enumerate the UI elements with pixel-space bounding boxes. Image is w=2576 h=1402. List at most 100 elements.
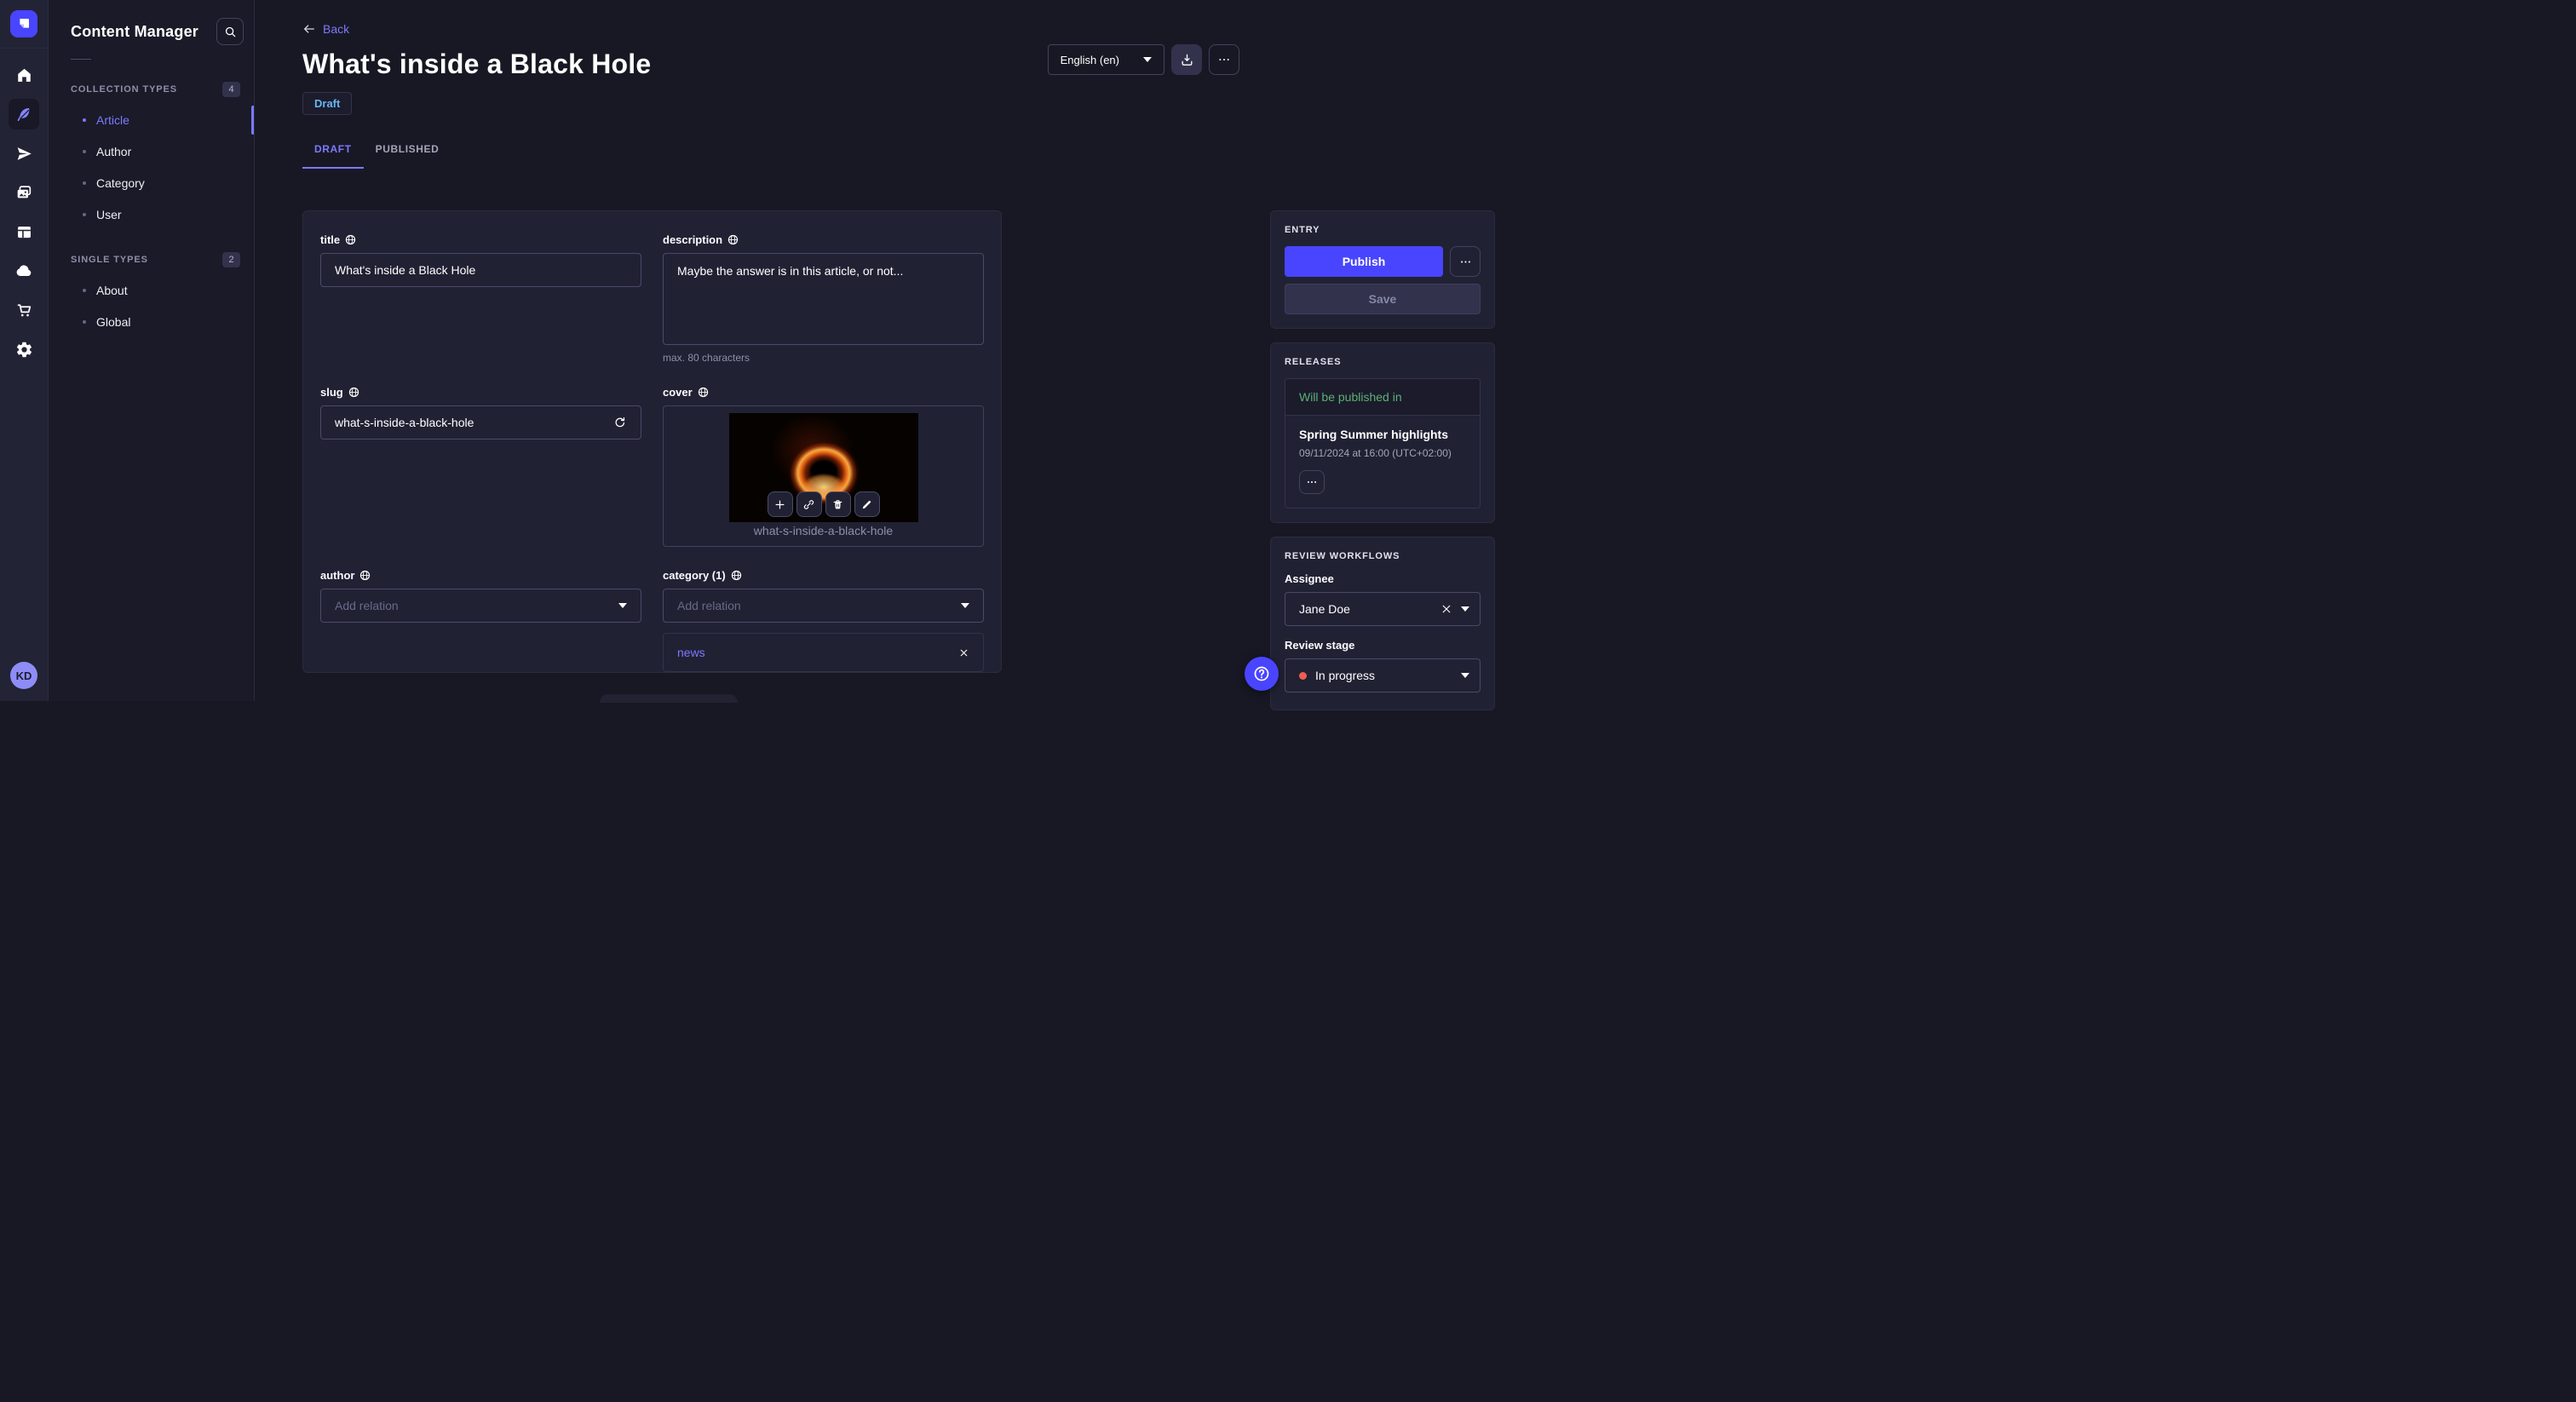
assignee-select[interactable]: Jane Doe — [1285, 592, 1481, 626]
tab-published[interactable]: PUBLISHED — [364, 141, 451, 169]
field-title: title What's inside a Black Hole — [320, 233, 641, 364]
description-hint: max. 80 characters — [663, 352, 750, 364]
home-icon[interactable] — [9, 60, 39, 90]
bullet-icon — [83, 149, 86, 153]
author-relation-combobox[interactable]: Add relation — [320, 589, 641, 623]
deploy-cloud-icon[interactable] — [9, 256, 39, 286]
user-avatar[interactable]: KD — [10, 662, 37, 689]
page-title: What's inside a Black Hole — [302, 49, 652, 79]
locale-select[interactable]: English (en) — [1047, 44, 1164, 75]
bullet-icon — [83, 181, 86, 185]
sidebar-item-user[interactable]: User — [49, 198, 254, 230]
relation-link-news[interactable]: news — [677, 646, 705, 659]
back-link[interactable]: Back — [302, 22, 349, 36]
remove-relation-button[interactable] — [958, 647, 969, 658]
marketplace-cart-icon[interactable] — [9, 295, 39, 325]
header-controls: English (en) — [1047, 44, 1239, 75]
bullet-icon — [83, 212, 86, 216]
collection-types-header: COLLECTION TYPES 4 — [49, 82, 254, 97]
chevron-down-icon — [1143, 57, 1152, 62]
i18n-globe-icon — [345, 234, 356, 245]
category-relation-combobox[interactable]: Add relation — [663, 589, 984, 623]
field-description: description Maybe the answer is in this … — [663, 233, 984, 364]
ellipsis-icon — [1307, 481, 1317, 483]
search-button[interactable] — [216, 18, 244, 45]
edit-form-card: title What's inside a Black Hole descrip… — [302, 210, 1002, 673]
sidebar-title: Content Manager — [71, 22, 199, 40]
field-category: category (1) Add relation news — [663, 569, 984, 672]
release-card: Will be published in Spring Summer highl… — [1285, 378, 1481, 509]
content-manager-feather-icon[interactable] — [9, 99, 39, 129]
field-cover: cover what-s-inside-a-black-hole — [663, 386, 984, 547]
i18n-globe-icon — [360, 570, 371, 581]
media-library-icon[interactable] — [9, 177, 39, 208]
description-textarea[interactable]: Maybe the answer is in this article, or … — [663, 253, 984, 345]
download-icon — [1182, 54, 1192, 66]
cover-filename: what-s-inside-a-black-hole — [753, 524, 894, 537]
sidebar-item-category[interactable]: Category — [49, 167, 254, 198]
tab-draft[interactable]: DRAFT — [302, 141, 364, 169]
save-button[interactable]: Save — [1285, 284, 1481, 314]
bullet-icon — [83, 319, 86, 324]
strapi-logo[interactable] — [10, 10, 37, 37]
releases-plane-icon[interactable] — [9, 138, 39, 169]
regenerate-icon[interactable] — [612, 416, 627, 430]
plus-icon — [775, 500, 785, 509]
single-types-header: SINGLE TYPES 2 — [49, 252, 254, 267]
review-stage-select[interactable]: In progress — [1285, 658, 1481, 692]
clear-icon[interactable] — [1440, 603, 1452, 615]
bullet-icon — [83, 288, 86, 292]
release-more-button[interactable] — [1299, 470, 1325, 494]
question-icon — [1254, 666, 1269, 681]
i18n-globe-icon — [727, 234, 739, 245]
header-more-button[interactable] — [1209, 44, 1239, 75]
publish-button[interactable]: Publish — [1285, 246, 1443, 277]
sidebar-item-author[interactable]: Author — [49, 135, 254, 167]
back-arrow-icon — [304, 25, 314, 33]
export-button[interactable] — [1171, 44, 1202, 75]
edit-media-button[interactable] — [854, 491, 880, 517]
active-indicator — [251, 106, 254, 135]
cover-image-black-hole[interactable] — [728, 413, 918, 522]
release-date: 09/11/2024 at 16:00 (UTC+02:00) — [1299, 447, 1452, 459]
review-stage-label: Review stage — [1285, 639, 1355, 652]
chevron-down-icon — [961, 603, 969, 608]
sidebar-item-article[interactable]: Article — [49, 104, 254, 135]
assignee-label: Assignee — [1285, 572, 1334, 585]
divider — [71, 59, 91, 60]
stage-dot-icon — [1299, 671, 1307, 680]
add-media-button[interactable] — [767, 491, 793, 517]
copy-link-button[interactable] — [796, 491, 822, 517]
collection-types-count-badge: 4 — [222, 82, 240, 97]
cover-actions — [767, 491, 880, 517]
release-name: Spring Summer highlights — [1299, 428, 1449, 441]
single-types-list: About Global — [49, 274, 254, 337]
cover-media-box: what-s-inside-a-black-hole — [663, 405, 984, 547]
help-button[interactable] — [1245, 657, 1279, 691]
release-status: Will be published in — [1285, 379, 1480, 416]
chevron-down-icon — [1461, 606, 1469, 612]
delete-media-button[interactable] — [825, 491, 851, 517]
ellipsis-icon — [1219, 59, 1229, 60]
rail-nav — [9, 60, 39, 365]
i18n-globe-icon — [348, 387, 359, 398]
content-type-builder-layout-icon[interactable] — [9, 216, 39, 247]
logo-cell — [0, 0, 48, 49]
collection-types-list: Article Author Category User — [49, 104, 254, 230]
title-input[interactable]: What's inside a Black Hole — [320, 253, 641, 287]
right-panel: ENTRY Publish Save RELEASES Will be publ… — [1270, 210, 1495, 724]
draft-published-tabs: DRAFT PUBLISHED — [302, 141, 451, 169]
sidebar-item-about[interactable]: About — [49, 274, 254, 306]
entry-panel: ENTRY Publish Save — [1270, 210, 1495, 329]
sidebar-item-global[interactable]: Global — [49, 306, 254, 337]
entry-more-button[interactable] — [1450, 246, 1481, 277]
releases-panel: RELEASES Will be published in Spring Sum… — [1270, 342, 1495, 523]
pencil-icon — [862, 500, 871, 509]
review-workflows-panel: REVIEW WORKFLOWS Assignee Jane Doe Revie… — [1270, 537, 1495, 710]
search-icon — [225, 26, 235, 37]
close-icon — [960, 649, 968, 656]
settings-gear-icon[interactable] — [9, 334, 39, 365]
slug-input[interactable]: what-s-inside-a-black-hole — [320, 405, 641, 440]
chevron-down-icon — [1461, 673, 1469, 678]
i18n-globe-icon — [698, 387, 708, 398]
